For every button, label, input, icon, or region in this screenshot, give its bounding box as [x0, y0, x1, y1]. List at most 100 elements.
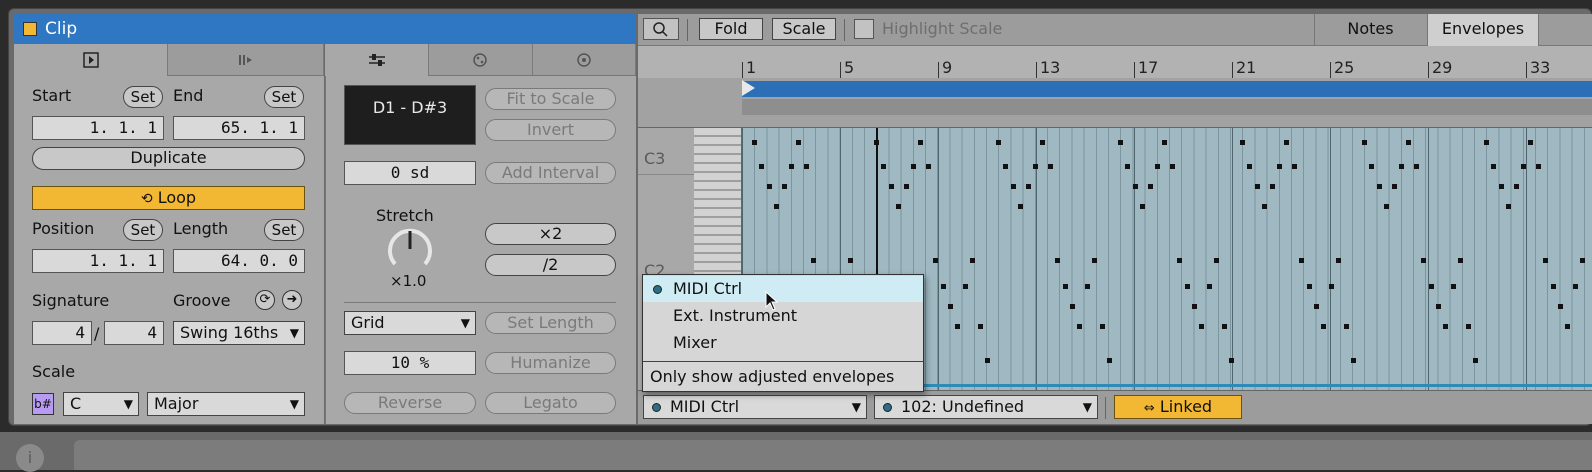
midi-note[interactable]	[1118, 140, 1123, 145]
groove-select[interactable]: Swing 16ths ▼	[173, 321, 305, 345]
length-value-field[interactable]: 64. 0. 0	[173, 249, 305, 273]
midi-note[interactable]	[1277, 164, 1282, 169]
midi-note[interactable]	[1229, 358, 1234, 363]
midi-note[interactable]	[1047, 164, 1053, 169]
midi-note[interactable]	[1421, 258, 1427, 263]
loop-button[interactable]: ⟲ Loop	[32, 186, 305, 210]
midi-note[interactable]	[948, 304, 953, 309]
legato-button[interactable]: Legato	[485, 392, 616, 414]
midi-note[interactable]	[1177, 258, 1183, 263]
midi-note[interactable]	[1321, 324, 1327, 329]
multiply-two-button[interactable]: ×2	[485, 223, 616, 245]
midi-note[interactable]	[1428, 284, 1434, 289]
midi-note[interactable]	[985, 358, 990, 363]
tab-tools[interactable]	[533, 44, 636, 76]
midi-note[interactable]	[1336, 258, 1342, 263]
midi-note[interactable]	[1314, 304, 1319, 309]
midi-note[interactable]	[1572, 284, 1578, 289]
midi-note[interactable]	[803, 164, 809, 169]
midi-note[interactable]	[1040, 140, 1046, 145]
midi-note[interactable]	[1343, 324, 1349, 329]
midi-note[interactable]	[1450, 284, 1456, 289]
midi-note[interactable]	[1473, 358, 1478, 363]
reverse-button[interactable]: Reverse	[344, 392, 476, 414]
divide-two-button[interactable]: /2	[485, 254, 616, 276]
midi-note[interactable]	[1458, 258, 1464, 263]
scale-root-select[interactable]: C ▼	[63, 392, 139, 416]
set-length-button[interactable]: Set Length	[485, 312, 616, 334]
groove-commit-icon[interactable]: ➜	[282, 290, 302, 310]
midi-note[interactable]	[933, 258, 939, 263]
menu-item-mixer[interactable]: Mixer	[643, 330, 923, 356]
midi-note[interactable]	[811, 258, 817, 263]
invert-button[interactable]: Invert	[485, 119, 616, 141]
midi-note[interactable]	[970, 258, 976, 263]
midi-note[interactable]	[1406, 140, 1412, 145]
midi-note[interactable]	[1565, 324, 1571, 329]
semitone-field[interactable]: 0 sd	[344, 161, 476, 185]
midi-note[interactable]	[774, 204, 780, 209]
midi-note[interactable]	[1262, 204, 1268, 209]
midi-note[interactable]	[1169, 164, 1175, 169]
humanize-amount-field[interactable]: 10 %	[344, 351, 476, 375]
midi-note[interactable]	[796, 140, 802, 145]
device-select[interactable]: MIDI Ctrl ▼	[643, 395, 867, 419]
midi-note[interactable]	[1351, 358, 1356, 363]
midi-note[interactable]	[848, 258, 854, 263]
tab-clip-audio[interactable]	[168, 44, 324, 76]
midi-note[interactable]	[1506, 204, 1512, 209]
midi-note[interactable]	[1240, 140, 1245, 145]
highlight-scale-checkbox[interactable]	[854, 19, 874, 39]
midi-note[interactable]	[1140, 204, 1146, 209]
beat-ruler[interactable]: 1 5 9 13 17 21 25 29 33	[638, 46, 1592, 78]
midi-note[interactable]	[1084, 284, 1090, 289]
length-set-button[interactable]: Set	[264, 219, 304, 241]
stretch-knob[interactable]	[385, 224, 435, 274]
midi-note[interactable]	[1254, 184, 1260, 189]
scale-mode-select[interactable]: Major ▼	[147, 392, 305, 416]
position-set-button[interactable]: Set	[123, 219, 163, 241]
midi-note[interactable]	[896, 204, 902, 209]
groove-hot-swap-icon[interactable]: ⟳	[255, 290, 275, 310]
add-interval-button[interactable]: Add Interval	[485, 162, 616, 184]
midi-note[interactable]	[1269, 184, 1275, 189]
midi-note[interactable]	[1099, 324, 1105, 329]
midi-note[interactable]	[759, 164, 765, 169]
tab-notes[interactable]: Notes	[1314, 14, 1426, 46]
menu-item-ext-instrument[interactable]: Ext. Instrument	[643, 303, 923, 329]
loop-start-marker[interactable]	[742, 80, 755, 96]
position-value-field[interactable]: 1. 1. 1	[32, 249, 164, 273]
midi-note[interactable]	[1162, 140, 1168, 145]
loop-brace-bar[interactable]	[742, 81, 1592, 97]
fit-to-scale-button[interactable]: Fit to Scale	[485, 88, 616, 110]
midi-note[interactable]	[1206, 284, 1212, 289]
midi-note[interactable]	[1077, 324, 1083, 329]
midi-note[interactable]	[1306, 284, 1312, 289]
midi-note[interactable]	[1214, 258, 1220, 263]
midi-note[interactable]	[1291, 164, 1297, 169]
midi-note[interactable]	[1247, 164, 1253, 169]
clip-color-square[interactable]	[23, 22, 37, 36]
midi-note[interactable]	[1399, 164, 1404, 169]
pitch-range-display[interactable]: D1 - D#3	[344, 85, 476, 145]
midi-note[interactable]	[766, 184, 772, 189]
linked-button[interactable]: ⇔ Linked	[1114, 395, 1242, 419]
signature-numerator[interactable]: 4	[32, 321, 92, 345]
midi-note[interactable]	[1391, 184, 1397, 189]
start-value-field[interactable]: 1. 1. 1	[32, 116, 164, 140]
midi-note[interactable]	[903, 184, 909, 189]
midi-note[interactable]	[1376, 184, 1382, 189]
midi-note[interactable]	[962, 284, 968, 289]
midi-note[interactable]	[1535, 164, 1541, 169]
midi-note[interactable]	[781, 184, 787, 189]
end-value-field[interactable]: 65. 1. 1	[173, 116, 305, 140]
midi-note[interactable]	[789, 164, 794, 169]
midi-note[interactable]	[1192, 304, 1197, 309]
end-set-button[interactable]: Set	[264, 86, 304, 108]
midi-note[interactable]	[1498, 184, 1504, 189]
midi-note[interactable]	[1055, 258, 1061, 263]
midi-note[interactable]	[1107, 358, 1112, 363]
humanize-button[interactable]: Humanize	[485, 352, 616, 374]
search-button[interactable]	[643, 18, 679, 40]
midi-note[interactable]	[955, 324, 961, 329]
